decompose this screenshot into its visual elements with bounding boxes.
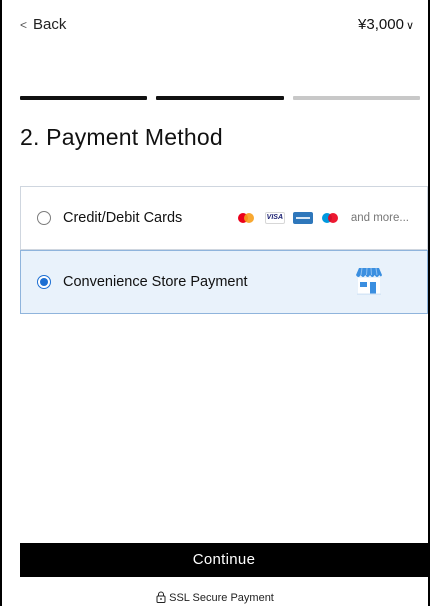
mastercard-icon xyxy=(236,212,257,224)
payment-option-label: Convenience Store Payment xyxy=(63,274,248,290)
progress-step-2 xyxy=(156,96,284,100)
page-title: 2. Payment Method xyxy=(20,124,223,150)
chevron-left-icon: < xyxy=(20,18,28,32)
ssl-secure-label: SSL Secure Payment xyxy=(169,592,274,604)
continue-button[interactable]: Continue xyxy=(20,543,428,577)
progress-step-3 xyxy=(292,96,420,100)
visa-icon: VISA xyxy=(264,212,285,224)
back-label: Back xyxy=(33,16,67,33)
payment-option-credit-card[interactable]: Credit/Debit Cards VISA and more... xyxy=(20,186,428,250)
lock-icon xyxy=(156,591,166,603)
top-bar: < Back ¥3,000 ∨ xyxy=(20,14,414,36)
chevron-down-icon: ∨ xyxy=(405,20,414,32)
card-brands: VISA and more... xyxy=(236,212,409,224)
payment-screen: < Back ¥3,000 ∨ 2. Payment Method Credit/D… xyxy=(0,0,430,606)
price-value: ¥3,000 xyxy=(358,16,404,33)
radio-button[interactable] xyxy=(37,211,51,225)
more-cards-text: and more... xyxy=(350,212,409,224)
ssl-secure-notice: SSL Secure Payment xyxy=(2,591,428,604)
payment-option-convenience-store[interactable]: Convenience Store Payment xyxy=(20,250,428,314)
price-dropdown[interactable]: ¥3,000 ∨ xyxy=(358,16,414,33)
maestro-icon xyxy=(320,212,341,224)
storefront-icon xyxy=(356,267,382,295)
payment-option-label: Credit/Debit Cards xyxy=(63,210,183,226)
amex-icon xyxy=(292,212,313,224)
radio-button-selected[interactable] xyxy=(37,275,51,289)
step-progress xyxy=(20,96,420,100)
back-button[interactable]: < Back xyxy=(20,16,66,33)
payment-method-list: Credit/Debit Cards VISA and more... Conv… xyxy=(20,186,428,314)
progress-step-1 xyxy=(20,96,148,100)
